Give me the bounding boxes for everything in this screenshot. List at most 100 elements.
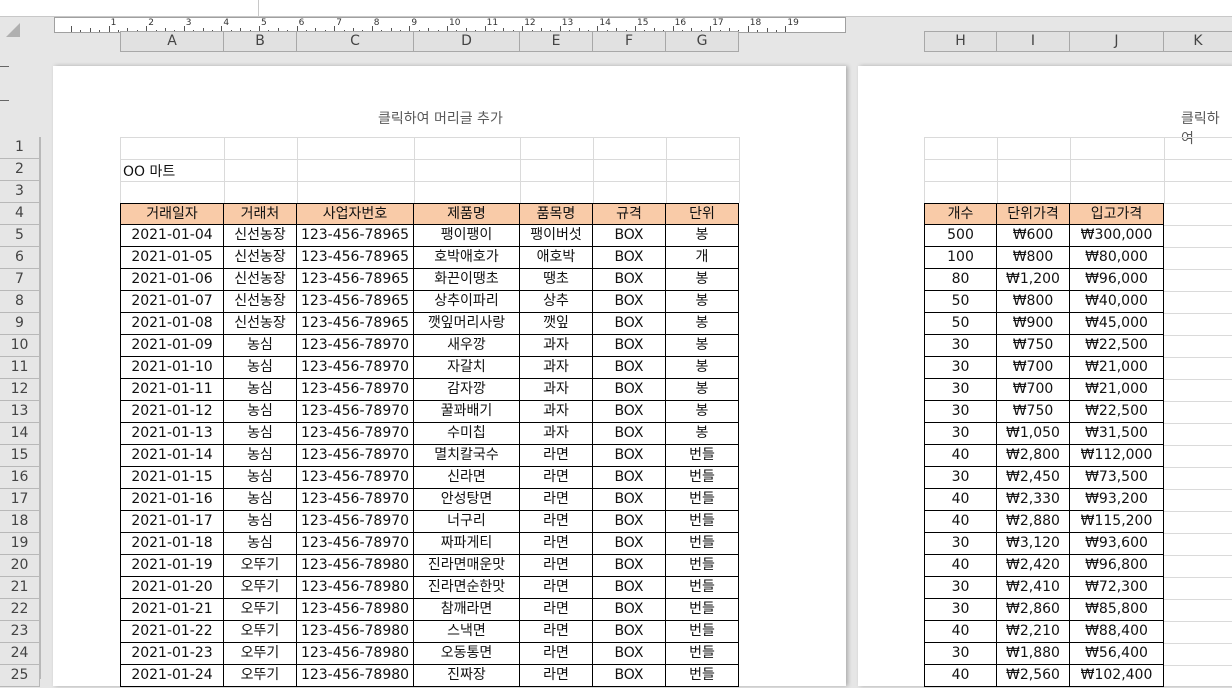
table-cell[interactable]: 40 bbox=[924, 621, 997, 643]
table-cell[interactable]: ₩31,500 bbox=[1070, 423, 1164, 445]
table-cell[interactable]: 농심 bbox=[224, 335, 297, 357]
column-header-c[interactable]: C bbox=[297, 31, 414, 52]
table-header-cell[interactable]: 단위 bbox=[666, 203, 739, 225]
table-cell[interactable]: 짜파게티 bbox=[414, 533, 520, 555]
table-cell[interactable]: 자갈치 bbox=[414, 357, 520, 379]
table-cell[interactable]: 개 bbox=[666, 247, 739, 269]
table-cell[interactable]: 라면 bbox=[520, 555, 593, 577]
table-cell[interactable]: 2021-01-20 bbox=[120, 577, 224, 599]
column-header-a[interactable]: A bbox=[120, 31, 224, 52]
table-cell[interactable]: 진라면순한맛 bbox=[414, 577, 520, 599]
table-cell[interactable]: BOX bbox=[593, 599, 666, 621]
table-cell[interactable]: BOX bbox=[593, 467, 666, 489]
table-cell[interactable]: ₩800 bbox=[997, 247, 1070, 269]
table-cell[interactable]: 40 bbox=[924, 511, 997, 533]
table-cell[interactable]: ₩45,000 bbox=[1070, 313, 1164, 335]
table-cell[interactable]: BOX bbox=[593, 445, 666, 467]
table-cell[interactable]: BOX bbox=[593, 357, 666, 379]
table-cell[interactable]: BOX bbox=[593, 247, 666, 269]
table-cell[interactable]: ₩600 bbox=[997, 225, 1070, 247]
table-cell[interactable]: 2021-01-06 bbox=[120, 269, 224, 291]
table-cell[interactable]: ₩1,200 bbox=[997, 269, 1070, 291]
column-header-g[interactable]: G bbox=[666, 31, 739, 52]
table-cell[interactable]: 농심 bbox=[224, 401, 297, 423]
table-cell[interactable]: 2021-01-18 bbox=[120, 533, 224, 555]
table-cell[interactable]: ₩750 bbox=[997, 335, 1070, 357]
table-cell[interactable]: ₩3,120 bbox=[997, 533, 1070, 555]
table-cell[interactable]: 30 bbox=[924, 467, 997, 489]
table-cell[interactable]: 과자 bbox=[520, 357, 593, 379]
table-cell[interactable]: 30 bbox=[924, 379, 997, 401]
table-cell[interactable]: BOX bbox=[593, 313, 666, 335]
column-header-d[interactable]: D bbox=[414, 31, 520, 52]
store-name-cell[interactable]: OO 마트 bbox=[123, 161, 175, 181]
table-cell[interactable]: ₩900 bbox=[997, 313, 1070, 335]
table-cell[interactable]: 농심 bbox=[224, 533, 297, 555]
header-placeholder-page-2[interactable]: 클릭하여 bbox=[1181, 108, 1232, 148]
header-placeholder-page-1[interactable]: 클릭하여 머리글 추가 bbox=[378, 108, 503, 128]
table-cell[interactable]: ₩22,500 bbox=[1070, 401, 1164, 423]
table-cell[interactable]: 30 bbox=[924, 357, 997, 379]
table-cell[interactable]: 신선농장 bbox=[224, 291, 297, 313]
table-cell[interactable]: 123-456-78980 bbox=[297, 621, 414, 643]
table-cell[interactable]: 80 bbox=[924, 269, 997, 291]
table-cell[interactable]: 30 bbox=[924, 643, 997, 665]
table-cell[interactable]: 500 bbox=[924, 225, 997, 247]
table-cell[interactable]: ₩112,000 bbox=[1070, 445, 1164, 467]
table-cell[interactable]: 진라면매운맛 bbox=[414, 555, 520, 577]
table-cell[interactable]: BOX bbox=[593, 665, 666, 687]
table-cell[interactable]: 깻잎 bbox=[520, 313, 593, 335]
table-cell[interactable]: 123-456-78980 bbox=[297, 577, 414, 599]
table-cell[interactable]: ₩2,210 bbox=[997, 621, 1070, 643]
table-cell[interactable]: 신선농장 bbox=[224, 269, 297, 291]
table-cell[interactable]: ₩56,400 bbox=[1070, 643, 1164, 665]
table-cell[interactable]: 신라면 bbox=[414, 467, 520, 489]
table-cell[interactable]: 123-456-78970 bbox=[297, 357, 414, 379]
table-cell[interactable]: 봉 bbox=[666, 423, 739, 445]
row-header-8[interactable]: 8 bbox=[0, 291, 40, 313]
row-header-4[interactable]: 4 bbox=[0, 203, 40, 225]
table-cell[interactable]: ₩115,200 bbox=[1070, 511, 1164, 533]
table-cell[interactable]: BOX bbox=[593, 401, 666, 423]
table-cell[interactable]: ₩22,500 bbox=[1070, 335, 1164, 357]
table-cell[interactable]: 2021-01-17 bbox=[120, 511, 224, 533]
table-cell[interactable]: 농심 bbox=[224, 467, 297, 489]
row-header-12[interactable]: 12 bbox=[0, 379, 40, 401]
table-cell[interactable]: 농심 bbox=[224, 489, 297, 511]
table-cell[interactable]: ₩40,000 bbox=[1070, 291, 1164, 313]
table-cell[interactable]: 과자 bbox=[520, 335, 593, 357]
table-cell[interactable]: 라면 bbox=[520, 599, 593, 621]
table-cell[interactable]: ₩85,800 bbox=[1070, 599, 1164, 621]
table-header-cell[interactable]: 거래처 bbox=[224, 203, 297, 225]
table-header-cell[interactable]: 사업자번호 bbox=[297, 203, 414, 225]
table-cell[interactable]: ₩80,000 bbox=[1070, 247, 1164, 269]
table-cell[interactable]: 123-456-78980 bbox=[297, 665, 414, 687]
table-cell[interactable]: ₩700 bbox=[997, 357, 1070, 379]
table-cell[interactable]: 라면 bbox=[520, 665, 593, 687]
table-cell[interactable]: 2021-01-21 bbox=[120, 599, 224, 621]
table-cell[interactable]: 농심 bbox=[224, 357, 297, 379]
table-cell[interactable]: 감자깡 bbox=[414, 379, 520, 401]
table-header-cell[interactable]: 단위가격 bbox=[997, 203, 1070, 225]
table-cell[interactable]: ₩93,200 bbox=[1070, 489, 1164, 511]
row-header-5[interactable]: 5 bbox=[0, 225, 40, 247]
table-cell[interactable]: ₩96,800 bbox=[1070, 555, 1164, 577]
table-cell[interactable]: 농심 bbox=[224, 423, 297, 445]
row-header-24[interactable]: 24 bbox=[0, 643, 40, 665]
table-cell[interactable]: 멸치칼국수 bbox=[414, 445, 520, 467]
table-cell[interactable]: BOX bbox=[593, 379, 666, 401]
table-cell[interactable]: 꿀꽈배기 bbox=[414, 401, 520, 423]
table-cell[interactable]: 123-456-78970 bbox=[297, 533, 414, 555]
table-cell[interactable]: 라면 bbox=[520, 445, 593, 467]
table-cell[interactable]: 봉 bbox=[666, 401, 739, 423]
table-cell[interactable]: 번들 bbox=[666, 467, 739, 489]
table-cell[interactable]: 40 bbox=[924, 445, 997, 467]
table-cell[interactable]: 스낵면 bbox=[414, 621, 520, 643]
table-cell[interactable]: 라면 bbox=[520, 511, 593, 533]
table-cell[interactable]: BOX bbox=[593, 225, 666, 247]
table-cell[interactable]: 라면 bbox=[520, 533, 593, 555]
column-header-i[interactable]: I bbox=[997, 31, 1070, 52]
table-cell[interactable]: 깻잎머리사랑 bbox=[414, 313, 520, 335]
column-header-e[interactable]: E bbox=[520, 31, 593, 52]
table-cell[interactable]: 123-456-78970 bbox=[297, 423, 414, 445]
